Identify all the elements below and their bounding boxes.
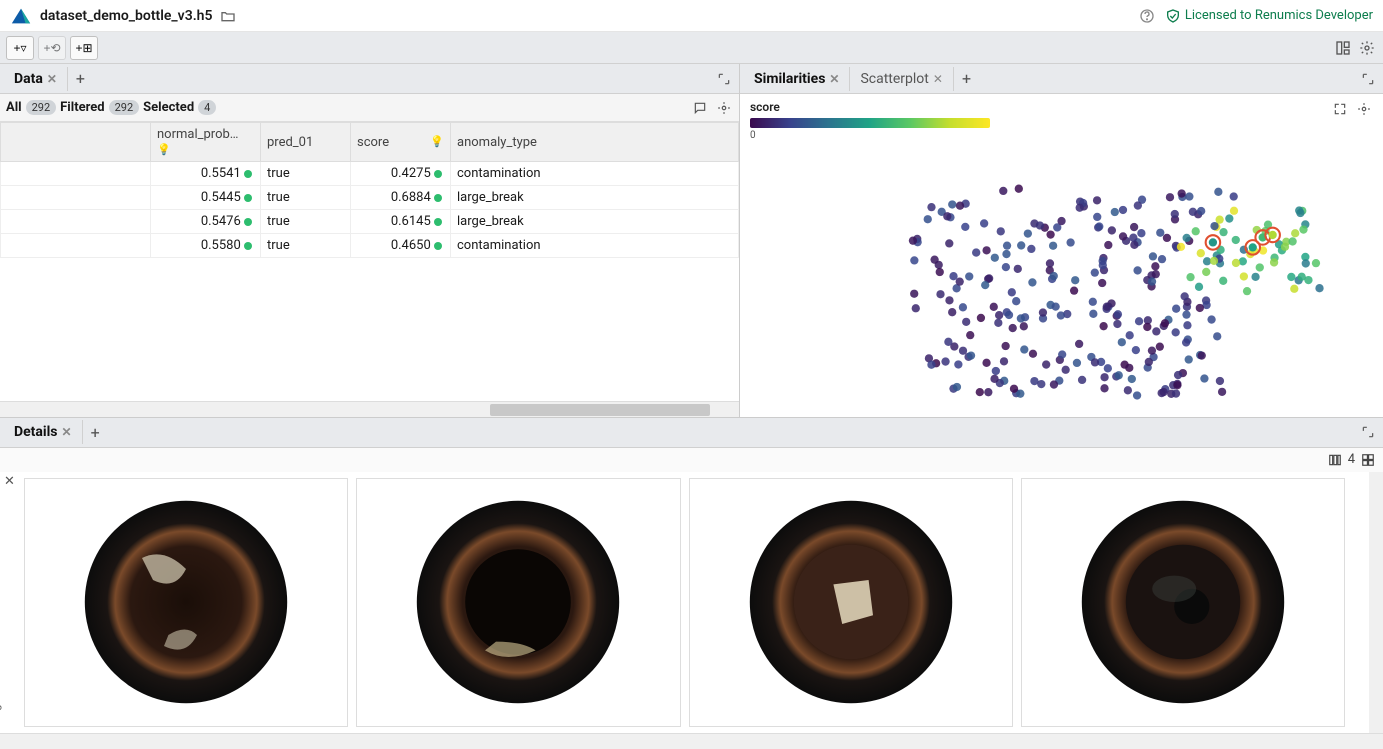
column-count: 4 xyxy=(1348,452,1355,467)
details-toolbar: 4 xyxy=(0,448,1383,472)
tab-similarities[interactable]: Similarities ✕ xyxy=(744,67,850,91)
expand-icon[interactable] xyxy=(1331,100,1349,118)
chat-icon[interactable] xyxy=(691,99,709,117)
scrollbar-thumb[interactable] xyxy=(490,404,710,416)
table-row[interactable]: 0.5445 true0.6884 large_break xyxy=(1,186,739,210)
table-row[interactable]: 0.5476 true0.6145 large_break xyxy=(1,210,739,234)
colorbar-min: 0 xyxy=(750,130,756,141)
open-folder-icon[interactable] xyxy=(220,8,236,24)
count-badge: 292 xyxy=(26,100,57,115)
vertical-scrollbar[interactable] xyxy=(1369,472,1383,733)
main-toolbar: +▿ +⟲ +⊞ xyxy=(0,32,1383,64)
scatter-canvas[interactable] xyxy=(740,147,1383,417)
details-image-grid: ✕ img xyxy=(0,472,1369,733)
tab-label: Scatterplot xyxy=(860,71,928,87)
shield-check-icon xyxy=(1165,8,1181,24)
filter-all[interactable]: All 292 xyxy=(6,100,56,115)
add-tab-button[interactable]: + xyxy=(954,65,979,92)
tab-label: Details xyxy=(14,424,58,440)
lightbulb-icon: 💡 xyxy=(430,135,444,148)
legend-label: score xyxy=(750,100,990,114)
col-score[interactable]: score 💡 xyxy=(351,123,451,162)
license-text: Licensed to Renumics Developer xyxy=(1185,8,1373,23)
horizontal-scrollbar[interactable] xyxy=(0,401,739,417)
panel-settings-icon[interactable] xyxy=(715,99,733,117)
image-thumbnail[interactable] xyxy=(689,478,1013,727)
tab-scatterplot[interactable]: Scatterplot ✕ xyxy=(850,67,953,91)
add-graph-button[interactable]: +⊞ xyxy=(70,36,98,60)
tab-data[interactable]: Data ✕ xyxy=(4,67,68,91)
filter-strip: All 292 Filtered 292 Selected 4 xyxy=(0,94,739,122)
add-filter-button[interactable]: +▿ xyxy=(6,36,34,60)
table-row[interactable]: 0.5541 true0.4275 contamination xyxy=(1,162,739,186)
col-normal-prob[interactable]: normal_prob… 💡 xyxy=(151,123,261,162)
colorbar xyxy=(750,118,990,128)
details-panel: Details ✕ + 4 ✕ img xyxy=(0,418,1383,749)
tab-label: Similarities xyxy=(754,71,825,87)
close-icon[interactable]: ✕ xyxy=(829,72,839,86)
image-thumbnail[interactable] xyxy=(1021,478,1345,727)
maximize-icon[interactable] xyxy=(715,70,733,88)
scatter-header: score 0 xyxy=(740,94,1383,147)
close-icon[interactable]: ✕ xyxy=(933,72,943,86)
add-tab-button[interactable]: + xyxy=(83,419,108,446)
details-tabs: Details ✕ + xyxy=(0,418,1383,448)
settings-icon[interactable] xyxy=(1357,38,1377,58)
image-thumbnail[interactable] xyxy=(356,478,680,727)
data-panel: Data ✕ + All 292 Filtered 292 Selected 4 xyxy=(0,64,740,417)
table-row[interactable]: 0.5580 true0.4650 contamination xyxy=(1,234,739,258)
license-badge: Licensed to Renumics Developer xyxy=(1165,8,1373,24)
data-table-scroll[interactable]: normal_prob… 💡 pred_01 score 💡 anomaly_t… xyxy=(0,122,739,401)
grid-icon[interactable] xyxy=(1361,453,1375,467)
similarities-panel: Similarities ✕ Scatterplot ✕ + score 0 xyxy=(740,64,1383,417)
help-icon[interactable] xyxy=(1139,8,1155,24)
scatter-tabs: Similarities ✕ Scatterplot ✕ + xyxy=(740,64,1383,94)
col-anomaly-type[interactable]: anomaly_type xyxy=(451,123,739,162)
add-link-button[interactable]: +⟲ xyxy=(38,36,66,60)
filter-selected[interactable]: Selected 4 xyxy=(143,100,216,115)
tab-label: Data xyxy=(14,71,43,87)
close-icon[interactable]: ✕ xyxy=(62,425,72,439)
col-blank[interactable] xyxy=(1,123,151,162)
maximize-icon[interactable] xyxy=(1359,423,1377,441)
image-thumbnail[interactable] xyxy=(24,478,348,727)
columns-icon[interactable] xyxy=(1328,453,1342,467)
app-header: dataset_demo_bottle_v3.h5 Licensed to Re… xyxy=(0,0,1383,32)
close-details-icon[interactable]: ✕ xyxy=(4,474,15,489)
col-pred01[interactable]: pred_01 xyxy=(261,123,351,162)
filename-label: dataset_demo_bottle_v3.h5 xyxy=(40,8,212,24)
count-badge: 4 xyxy=(198,100,216,115)
data-tabs: Data ✕ + xyxy=(0,64,739,94)
filter-filtered[interactable]: Filtered 292 xyxy=(60,100,139,115)
scatter-settings-icon[interactable] xyxy=(1355,100,1373,118)
count-badge: 292 xyxy=(109,100,140,115)
maximize-icon[interactable] xyxy=(1359,70,1377,88)
app-logo-icon xyxy=(10,5,32,27)
data-table: normal_prob… 💡 pred_01 score 💡 anomaly_t… xyxy=(0,122,739,258)
lightbulb-icon: 💡 xyxy=(157,143,171,156)
img-axis-label: img xyxy=(0,705,2,724)
layout-reset-icon[interactable] xyxy=(1333,38,1353,58)
close-icon[interactable]: ✕ xyxy=(47,72,57,86)
horizontal-scrollbar[interactable] xyxy=(0,733,1383,749)
add-tab-button[interactable]: + xyxy=(68,65,93,92)
tab-details[interactable]: Details ✕ xyxy=(4,420,83,444)
